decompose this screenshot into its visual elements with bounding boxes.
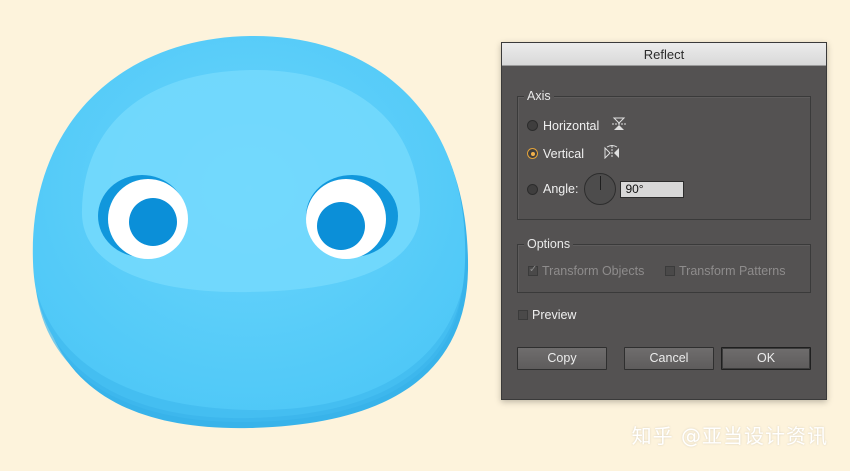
- axis-group: Axis Horizontal Vertical Angle: 90°: [517, 88, 811, 220]
- transform-objects-checkbox[interactable]: [528, 264, 538, 276]
- horizontal-radio[interactable]: [527, 120, 538, 131]
- transform-patterns-checkbox[interactable]: [665, 266, 675, 276]
- vertical-radio[interactable]: [527, 148, 538, 159]
- transform-objects-option[interactable]: Transform Objects: [528, 264, 644, 278]
- angle-input[interactable]: [620, 180, 685, 198]
- cancel-button[interactable]: Cancel: [624, 347, 714, 370]
- vertical-label: Vertical: [543, 146, 584, 161]
- copy-button[interactable]: Copy: [517, 347, 607, 370]
- reflect-dialog: Reflect Axis Horizontal Vertical Angle: …: [501, 42, 827, 400]
- options-group: Options Transform Objects Transform Patt…: [517, 236, 811, 293]
- dialog-title: Reflect: [502, 43, 826, 66]
- watermark-text: 知乎 @亚当设计资讯: [631, 424, 828, 448]
- angle-label: Angle:: [543, 182, 579, 196]
- transform-objects-label: Transform Objects: [542, 264, 645, 278]
- options-group-label: Options: [524, 236, 574, 252]
- vertical-option[interactable]: Vertical: [527, 145, 620, 162]
- preview-checkbox[interactable]: [518, 310, 528, 320]
- transform-patterns-option[interactable]: Transform Patterns: [665, 264, 786, 278]
- angle-radio[interactable]: [527, 183, 538, 195]
- horizontal-axis-icon: [611, 117, 627, 134]
- preview-option[interactable]: Preview: [518, 308, 576, 322]
- horizontal-label: Horizontal: [543, 118, 600, 133]
- axis-group-label: Axis: [524, 88, 554, 104]
- angle-dial[interactable]: [584, 173, 617, 205]
- vertical-axis-icon: [604, 145, 620, 162]
- preview-label: Preview: [532, 308, 577, 322]
- transform-patterns-label: Transform Patterns: [679, 264, 786, 278]
- ok-button[interactable]: OK: [721, 347, 811, 370]
- blob-character-illustration: [32, 35, 469, 429]
- angle-option[interactable]: Angle:: [527, 173, 685, 205]
- horizontal-option[interactable]: Horizontal: [527, 117, 627, 134]
